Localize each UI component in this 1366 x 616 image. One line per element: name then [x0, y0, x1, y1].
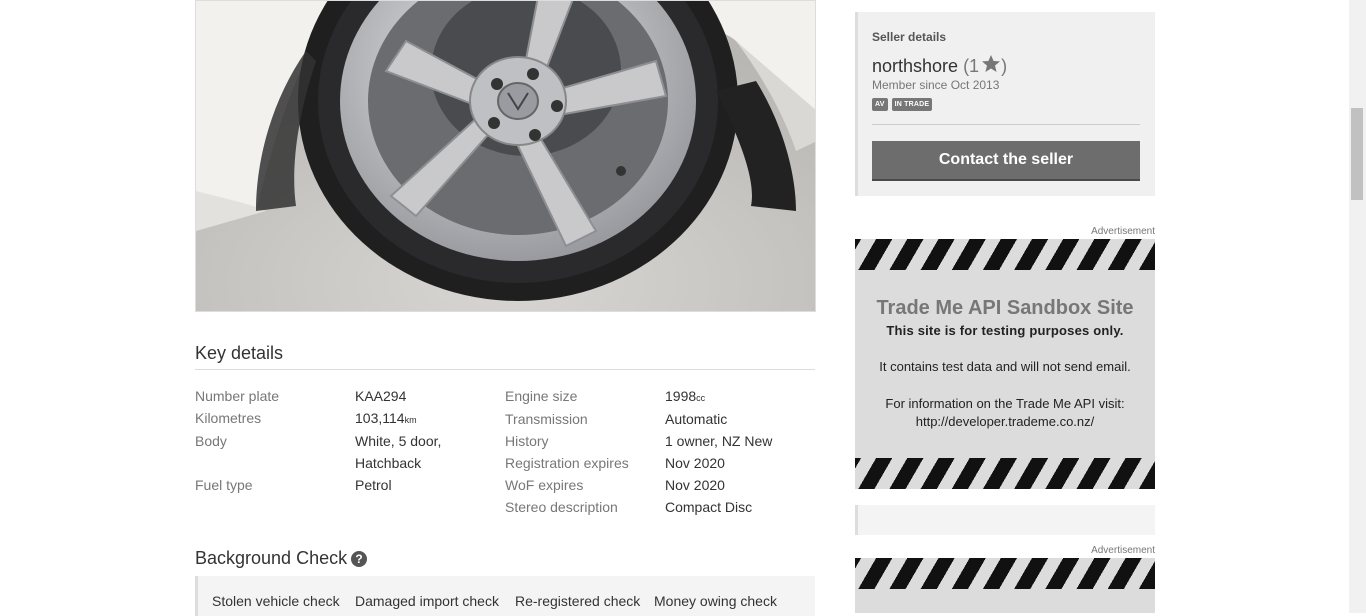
member-since: Member since Oct 2013: [872, 78, 1000, 92]
key-details-title: Key details: [195, 343, 284, 363]
detail-label-engine-size: Engine size: [505, 388, 578, 404]
background-check-heading: Background Check: [195, 548, 348, 568]
detail-label-history: History: [505, 433, 549, 449]
detail-value-registration-expires: Nov 2020: [665, 455, 725, 471]
ad-text-line2: For information on the Trade Me API visi…: [885, 396, 1125, 411]
in-trade-badge[interactable]: IN TRADE: [891, 98, 933, 111]
detail-label-transmission: Transmission: [505, 411, 588, 427]
address-verified-badge[interactable]: AV: [872, 98, 888, 111]
detail-value-engine-size: 1998cc: [665, 385, 705, 409]
re-registered-check-link[interactable]: Re-registered check: [515, 593, 640, 609]
ad-title: Trade Me API Sandbox Site: [876, 297, 1134, 319]
advertisement-label: Advertisement: [1091, 226, 1155, 237]
detail-label-wof-expires: WoF expires: [505, 477, 584, 493]
ad-link[interactable]: http://developer.trademe.co.nz/: [855, 414, 1155, 429]
detail-value-fuel-type: Petrol: [355, 477, 392, 493]
hazard-stripes-top-2: [855, 558, 1155, 589]
seller-details-card: Seller details northshore (1 ) Member si…: [855, 12, 1155, 196]
advertisement-label-2: Advertisement: [1091, 545, 1155, 556]
hazard-stripes-top: [855, 239, 1155, 270]
seller-name[interactable]: northshore: [872, 56, 958, 77]
detail-value-body: White, 5 door,: [355, 433, 442, 449]
stolen-vehicle-check-link[interactable]: Stolen vehicle check: [212, 593, 340, 609]
advertisement-banner[interactable]: Trade Me API Sandbox Site This site is f…: [855, 239, 1155, 489]
money-owing-check-link[interactable]: Money owing check: [654, 593, 777, 609]
seller-divider: [872, 124, 1140, 125]
car-wheel-image: [196, 1, 815, 311]
listing-photo[interactable]: [195, 0, 816, 312]
seller-details-heading: Seller details: [872, 30, 947, 44]
contact-seller-button[interactable]: Contact the seller: [872, 141, 1140, 181]
background-check-title: Background Check ?: [195, 548, 368, 569]
scrollbar-thumb[interactable]: [1351, 108, 1363, 200]
detail-label-stereo-description: Stereo description: [505, 499, 618, 515]
ad-text-line1: It contains test data and will not send …: [879, 359, 1131, 374]
engine-size-unit: cc: [696, 393, 706, 403]
page-scrollbar[interactable]: [1349, 0, 1366, 613]
hazard-stripes-bottom: [855, 458, 1155, 489]
feedback-star-icon: [982, 55, 1001, 72]
detail-label-number-plate: Number plate: [195, 388, 280, 404]
detail-value-transmission: Automatic: [665, 411, 728, 427]
kilometres-number: 103,114: [355, 410, 405, 426]
empty-sidebar-card: [855, 505, 1155, 535]
detail-value-wof-expires: Nov 2020: [665, 477, 725, 493]
background-check-panel: Stolen vehicle check Damaged import chec…: [195, 576, 815, 616]
seller-name-row: northshore (1 ): [872, 54, 1007, 78]
help-icon[interactable]: ?: [351, 550, 368, 567]
detail-value-stereo-description: Compact Disc: [665, 499, 753, 515]
detail-label-body: Body: [195, 433, 227, 449]
damaged-import-check-link[interactable]: Damaged import check: [355, 593, 499, 609]
seller-badges: AV IN TRADE: [872, 98, 933, 111]
engine-size-number: 1998: [665, 388, 697, 404]
detail-label-fuel-type: Fuel type: [195, 477, 253, 493]
detail-value-kilometres: 103,114km: [355, 407, 417, 431]
feedback-count[interactable]: (1: [963, 56, 979, 77]
advertisement-banner-2[interactable]: [855, 558, 1155, 613]
detail-value-history: 1 owner, NZ New: [665, 433, 773, 449]
detail-value-body-line2: Hatchback: [355, 455, 422, 471]
kilometres-unit: km: [404, 415, 417, 425]
key-details-divider: [195, 369, 815, 370]
detail-label-kilometres: Kilometres: [195, 410, 262, 426]
ad-subtitle: This site is for testing purposes only.: [886, 323, 1124, 338]
feedback-close-paren: ): [1001, 55, 1008, 76]
detail-label-registration-expires: Registration expires: [505, 455, 629, 471]
detail-value-number-plate: KAA294: [355, 388, 407, 404]
